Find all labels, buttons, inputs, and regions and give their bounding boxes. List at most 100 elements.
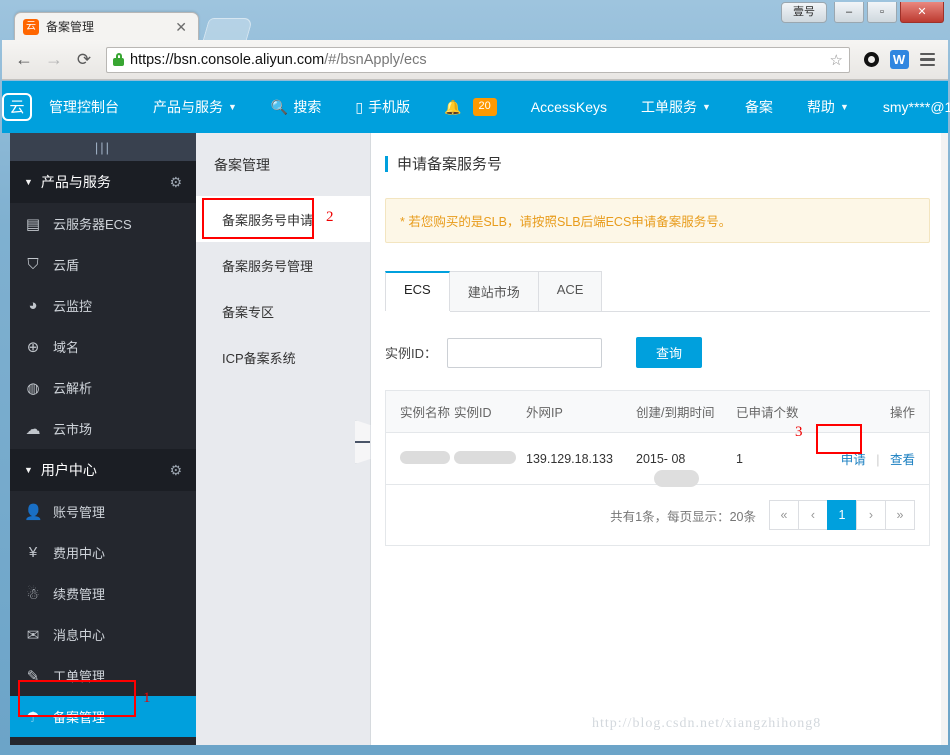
sidebar-item-ecs[interactable]: ▤ 云服务器ECS [10, 203, 196, 244]
sidebar-item-label: 域名 [53, 340, 80, 355]
create-expire-text: 2015- 08 [636, 451, 686, 466]
gear-icon[interactable]: ⚙ [169, 174, 182, 191]
tab-label: ACE [556, 282, 584, 297]
redacted-value [654, 469, 699, 487]
apply-link[interactable]: 申请 [841, 453, 866, 467]
mail-icon: ✉ [26, 626, 40, 644]
nav-label: 工单服务 [641, 99, 698, 115]
sidebar-item-dns[interactable]: ◍ 云解析 [10, 367, 196, 408]
maximize-button[interactable]: ▫ [867, 2, 897, 23]
globe-icon: ⊕ [26, 338, 40, 356]
browser-tab[interactable]: 云 备案管理 ✕ [14, 12, 199, 40]
col-create-expire: 创建/到期时间 [636, 406, 715, 420]
subnav-item-icp[interactable]: ICP备案系统 [196, 334, 370, 380]
forward-icon[interactable]: → [40, 46, 68, 74]
cell-instance-id [454, 450, 526, 467]
sidebar-group-usercenter[interactable]: ▼ 用户中心 ⚙ [10, 449, 196, 491]
sidebar-item-messages[interactable]: ✉ 消息中心 [10, 614, 196, 655]
subnav-item-label: 备案专区 [222, 304, 275, 320]
sidebar-item-account[interactable]: 👤 账号管理 [10, 491, 196, 532]
sidebar-group-products[interactable]: ▼ 产品与服务 ⚙ [10, 161, 196, 203]
cell-applied-count: 1 [736, 451, 743, 466]
sidebar-item-label: 云监控 [53, 299, 93, 314]
sidebar-item-beian-management[interactable]: ☂ 备案管理 [10, 696, 196, 737]
new-tab-button[interactable] [202, 18, 254, 40]
secondary-nav: 备案管理 备案服务号申请 备案服务号管理 备案专区 ICP备案系统 [196, 133, 371, 745]
col-actions: 操作 [889, 406, 915, 420]
window-controls: 壹号 – ▫ ✕ [781, 2, 944, 23]
sidebar-item-yundun[interactable]: ⛉ 云盾 [10, 244, 196, 285]
instance-id-label: 实例ID： [385, 346, 438, 361]
sidebar-item-market[interactable]: ☁ 云市场 [10, 408, 196, 449]
browser-toolbar: ← → ⟳ https://bsn.console.aliyun.com/#/b… [2, 40, 948, 80]
main-scrollbar[interactable] [941, 133, 948, 745]
pagination-next[interactable]: › [856, 500, 886, 530]
w-extension-icon[interactable]: W [886, 47, 912, 73]
sidebar-grip-handle[interactable]: ||| [10, 133, 196, 161]
sidebar-item-label: 账号管理 [53, 505, 106, 520]
col-public-ip: 外网IP [526, 406, 563, 420]
extra-window-button[interactable]: 壹号 [781, 2, 827, 23]
pagination-last[interactable]: » [885, 500, 915, 530]
annotation-number-3: 3 [795, 424, 803, 440]
nav-item-products[interactable]: 产品与服务 ▼ [136, 81, 254, 133]
slb-notice-banner: * 若您购买的是SLB，请按照SLB后端ECS申请备案服务号。 [385, 198, 930, 243]
nav-item-help[interactable]: 帮助 ▼ [790, 81, 866, 133]
sidebar-group-label: 用户中心 [40, 462, 97, 478]
col-instance-name: 实例名称 [400, 406, 451, 420]
view-link[interactable]: 查看 [890, 453, 915, 467]
action-separator: | [876, 453, 880, 467]
close-icon[interactable]: ✕ [172, 20, 190, 34]
nav-item-accesskeys[interactable]: AccessKeys [514, 81, 624, 133]
hamburger-icon[interactable] [914, 47, 940, 73]
instance-id-input[interactable] [447, 337, 603, 368]
panel-collapse-handle[interactable] [355, 420, 371, 464]
ring-icon[interactable] [858, 47, 884, 73]
pagination-page-1[interactable]: 1 [827, 500, 857, 530]
sidebar-item-label: 备案管理 [53, 710, 106, 725]
nav-item-search[interactable]: 🔍 搜索 [254, 81, 338, 133]
nav-item-beian[interactable]: 备案 [728, 81, 790, 133]
watermark: http://blog.csdn.net/xiangzhihong8 [592, 716, 822, 731]
tab-ecs[interactable]: ECS [385, 271, 450, 311]
tab-jianzhan[interactable]: 建站市场 [448, 271, 539, 311]
minimize-button[interactable]: – [834, 2, 864, 23]
nav-item-account[interactable]: smy****@163. [866, 81, 950, 133]
chevron-down-icon: ▼ [228, 102, 237, 112]
cell-create-expire: 2015- 08 [636, 451, 736, 487]
sidebar-item-label: 续费管理 [53, 587, 106, 602]
bookmark-icon[interactable]: ☆ [824, 51, 843, 69]
subnav-item-apply[interactable]: 备案服务号申请 [196, 196, 370, 242]
nav-label: 手机版 [368, 99, 411, 115]
instances-table: 实例名称 实例ID 外网IP 创建/到期时间 已申请个数 操作 139.129.… [385, 390, 930, 546]
nav-item-mobile[interactable]: ▯ 手机版 [338, 81, 427, 133]
nav-item-ticket[interactable]: 工单服务 ▼ [624, 81, 728, 133]
subnav-item-zone[interactable]: 备案专区 [196, 288, 370, 334]
subnav-item-manage[interactable]: 备案服务号管理 [196, 242, 370, 288]
query-button[interactable]: 查询 [636, 337, 703, 368]
tab-label: 建站市场 [467, 285, 520, 300]
nav-item-notifications[interactable]: 🔔 20 [427, 81, 514, 133]
sidebar-item-tickets[interactable]: ✎ 工单管理 [10, 655, 196, 696]
annotation-number-1: 1 [143, 690, 151, 706]
sidebar-item-renew[interactable]: ☃ 续费管理 [10, 573, 196, 614]
url-bar[interactable]: https://bsn.console.aliyun.com/#/bsnAppl… [106, 46, 850, 73]
nav-label: 产品与服务 [153, 99, 223, 115]
nav-label: 搜索 [293, 99, 322, 115]
pagination-first[interactable]: « [769, 500, 799, 530]
tab-ace[interactable]: ACE [537, 271, 603, 311]
reload-icon[interactable]: ⟳ [70, 46, 98, 74]
account-label: smy****@163. [882, 99, 950, 115]
gear-icon[interactable]: ⚙ [169, 462, 182, 479]
nav-item-console[interactable]: 管理控制台 [32, 81, 136, 133]
sidebar-item-billing[interactable]: ¥ 费用中心 [10, 532, 196, 573]
sidebar-item-label: 工单管理 [53, 669, 106, 684]
back-icon[interactable]: ← [10, 46, 38, 74]
pagination-prev[interactable]: ‹ [798, 500, 828, 530]
aliyun-logo-icon[interactable]: 云 [2, 93, 32, 121]
sidebar-item-monitor[interactable]: ◕ 云监控 [10, 285, 196, 326]
close-window-button[interactable]: ✕ [900, 2, 944, 23]
renew-icon: ☃ [26, 585, 40, 603]
dns-icon: ◍ [26, 379, 40, 397]
sidebar-item-domain[interactable]: ⊕ 域名 [10, 326, 196, 367]
